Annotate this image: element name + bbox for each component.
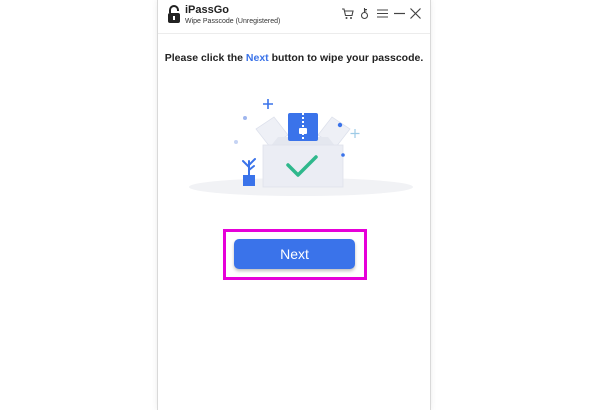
dot-decoration <box>337 122 343 128</box>
dot-decoration <box>341 153 345 157</box>
close-icon[interactable] <box>409 7 422 20</box>
instruction-text: Please click the Next button to wipe you… <box>158 52 430 65</box>
instruction-highlight: Next <box>245 52 269 64</box>
app-name: iPassGo <box>185 4 230 16</box>
plant-icon <box>242 158 256 186</box>
title-divider <box>158 33 430 34</box>
next-button[interactable]: Next <box>234 239 355 269</box>
dot-decoration <box>234 140 238 144</box>
minimize-icon[interactable] <box>393 7 406 20</box>
title-bar: iPassGo Wipe Passcode (Unregistered) <box>158 0 430 34</box>
app-logo-icon <box>168 5 180 23</box>
sparkle-icon <box>263 99 273 109</box>
wipe-illustration <box>189 99 413 196</box>
box-front <box>262 144 344 188</box>
key-icon[interactable] <box>358 7 371 20</box>
instruction-prefix: Please click the <box>164 52 246 64</box>
cart-icon[interactable] <box>341 7 354 20</box>
mode-label: Wipe Passcode <box>185 18 234 25</box>
app-window: iPassGo Wipe Passcode (Unregistered) Ple… <box>157 0 431 410</box>
dot-decoration <box>243 116 247 120</box>
menu-icon[interactable] <box>376 7 389 20</box>
app-subtitle: Wipe Passcode (Unregistered) <box>185 18 280 25</box>
registration-status: (Unregistered) <box>235 18 281 25</box>
sparkle-icon <box>350 129 360 138</box>
instruction-suffix: button to wipe your passcode. <box>268 52 424 64</box>
